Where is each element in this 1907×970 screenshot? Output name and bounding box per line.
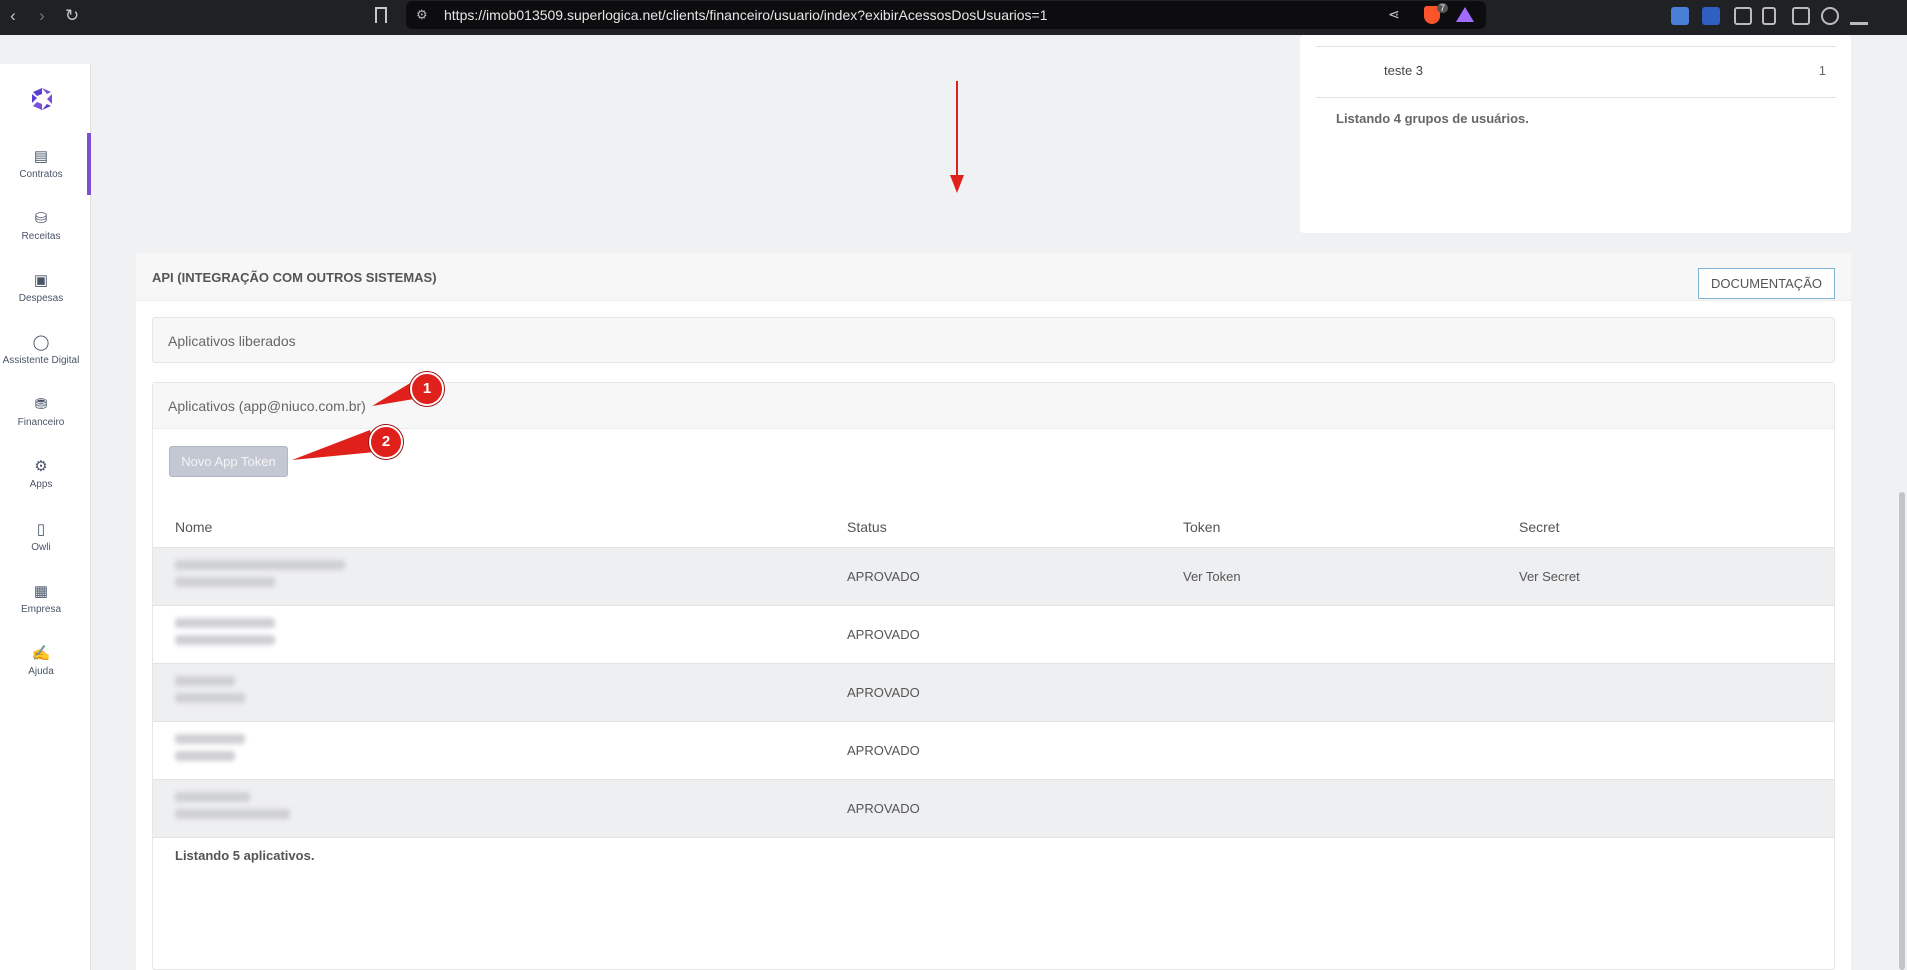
groups-footer: Listando 4 grupos de usuários.	[1336, 111, 1529, 126]
sidebar-item-financeiro[interactable]: ⛃ Financeiro	[0, 396, 82, 428]
status-value: APROVADO	[847, 685, 920, 700]
table-row[interactable]: APROVADO	[153, 780, 1834, 838]
browser-toolbar: ‹ › ↻ ⚙ https://imob013509.superlogica.n…	[0, 0, 1907, 35]
sidebar-item-despesas[interactable]: ▣ Despesas	[0, 272, 82, 304]
table-header: Nome Status Token Secret	[153, 497, 1834, 548]
chat-icon: ◯	[32, 334, 50, 351]
api-panel-title: API (INTEGRAÇÃO COM OUTROS SISTEMAS)	[152, 270, 437, 285]
back-icon[interactable]: ‹	[2, 5, 24, 27]
sidebar-toggle-icon[interactable]	[1762, 7, 1776, 25]
expense-icon: ▣	[33, 272, 49, 289]
coins-icon: ⛃	[34, 396, 48, 413]
group-name: teste 3	[1384, 63, 1424, 78]
help-icon: ✍	[31, 645, 51, 662]
callout-badge-one: 1	[410, 372, 444, 406]
app-sidebar	[0, 64, 91, 970]
sidebar-item-ajuda[interactable]: ✍ Ajuda	[0, 645, 82, 677]
bookmark-icon[interactable]	[375, 7, 387, 23]
column-header-secret: Secret	[1519, 519, 1560, 535]
gears-icon: ⚙	[34, 458, 48, 475]
forward-icon[interactable]: ›	[31, 5, 53, 27]
leo-ai-icon[interactable]	[1821, 7, 1839, 25]
group-count: 1	[1818, 63, 1826, 78]
table-row[interactable]: APROVADO	[153, 606, 1834, 664]
wallet-icon[interactable]	[1792, 7, 1810, 25]
sidebar-item-empresa[interactable]: ▦ Empresa	[0, 583, 82, 615]
released-apps-label: Aplicativos liberados	[168, 333, 296, 349]
status-value: APROVADO	[847, 743, 920, 758]
extensions-puzzle-icon[interactable]	[1734, 7, 1752, 25]
sidebar-item-receitas[interactable]: ⛁ Receitas	[0, 210, 82, 242]
status-value: APROVADO	[847, 801, 920, 816]
column-header-name: Nome	[175, 519, 213, 535]
extension-badge-icon[interactable]	[1702, 7, 1720, 25]
contract-icon: ▤	[33, 148, 49, 165]
view-token-link[interactable]: Ver Token	[1183, 569, 1241, 584]
table-row[interactable]: APROVADO	[153, 722, 1834, 780]
superlogica-logo-icon[interactable]	[29, 86, 55, 112]
building-icon: ▦	[33, 583, 49, 600]
translate-extension-icon[interactable]	[1671, 7, 1689, 25]
redacted-app-name	[175, 676, 245, 710]
red-arrow-down-icon	[950, 81, 964, 193]
page-scrollbar-thumb[interactable]	[1899, 492, 1905, 970]
sidebar-item-label: Owli	[31, 542, 51, 553]
address-bar[interactable]: ⚙ https://imob013509.superlogica.net/cli…	[406, 1, 1486, 29]
sidebar-item-owli[interactable]: ▯ Owli	[0, 521, 82, 553]
sidebar-active-indicator	[87, 133, 91, 195]
redacted-app-name	[175, 792, 290, 826]
api-panel-header: API (INTEGRAÇÃO COM OUTROS SISTEMAS) DOC…	[136, 253, 1851, 301]
redacted-app-name	[175, 618, 275, 652]
documentation-button[interactable]: DOCUMENTAÇÃO	[1698, 268, 1835, 299]
apps-table-footer: Listando 5 aplicativos.	[175, 848, 315, 863]
url-text[interactable]: https://imob013509.superlogica.net/clien…	[444, 7, 1048, 23]
table-row[interactable]: APROVADO	[153, 664, 1834, 722]
reload-icon[interactable]: ↻	[61, 5, 83, 27]
apps-section-label: Aplicativos (app@niuco.com.br)	[168, 398, 366, 414]
sidebar-item-label: Apps	[29, 479, 53, 490]
user-groups-card: teste 3 1 Listando 4 grupos de usuários.	[1300, 35, 1851, 233]
income-icon: ⛁	[34, 210, 48, 227]
callout-badge-two: 2	[369, 425, 403, 459]
sidebar-item-label: Ajuda	[28, 666, 54, 677]
site-settings-icon[interactable]: ⚙	[416, 7, 428, 23]
view-secret-link[interactable]: Ver Secret	[1519, 569, 1580, 584]
sidebar-item-label: Contratos	[19, 169, 63, 180]
sidebar-item-label: Despesas	[18, 293, 64, 304]
redacted-app-name	[175, 560, 345, 594]
phone-icon: ▯	[36, 521, 46, 538]
sidebar-item-label: Receitas	[21, 231, 61, 242]
sidebar-item-label: Empresa	[20, 604, 61, 615]
shield-count-badge: 7	[1437, 3, 1449, 13]
sidebar-item-apps[interactable]: ⚙ Apps	[0, 458, 82, 490]
sidebar-item-label: Assistente Digital	[2, 355, 80, 366]
brave-rewards-icon[interactable]	[1456, 7, 1474, 22]
sidebar-item-label: Financeiro	[17, 417, 65, 428]
column-header-status: Status	[847, 519, 887, 535]
column-header-token: Token	[1183, 519, 1221, 535]
redacted-app-name	[175, 734, 245, 768]
share-icon[interactable]: ⋖	[1388, 6, 1400, 23]
apps-section-header[interactable]: Aplicativos (app@niuco.com.br)	[153, 383, 1834, 429]
table-row[interactable]: teste 3 1	[1316, 46, 1836, 98]
table-row[interactable]: APROVADO Ver Token Ver Secret	[153, 548, 1834, 606]
status-value: APROVADO	[847, 627, 920, 642]
new-app-token-button[interactable]: Novo App Token	[169, 446, 288, 477]
sidebar-item-contratos[interactable]: ▤ Contratos	[0, 148, 82, 180]
released-apps-section[interactable]: Aplicativos liberados	[152, 317, 1835, 363]
sidebar-item-assistente-digital[interactable]: ◯ Assistente Digital	[0, 334, 82, 366]
status-value: APROVADO	[847, 569, 920, 584]
vpn-icon[interactable]	[1850, 7, 1868, 25]
